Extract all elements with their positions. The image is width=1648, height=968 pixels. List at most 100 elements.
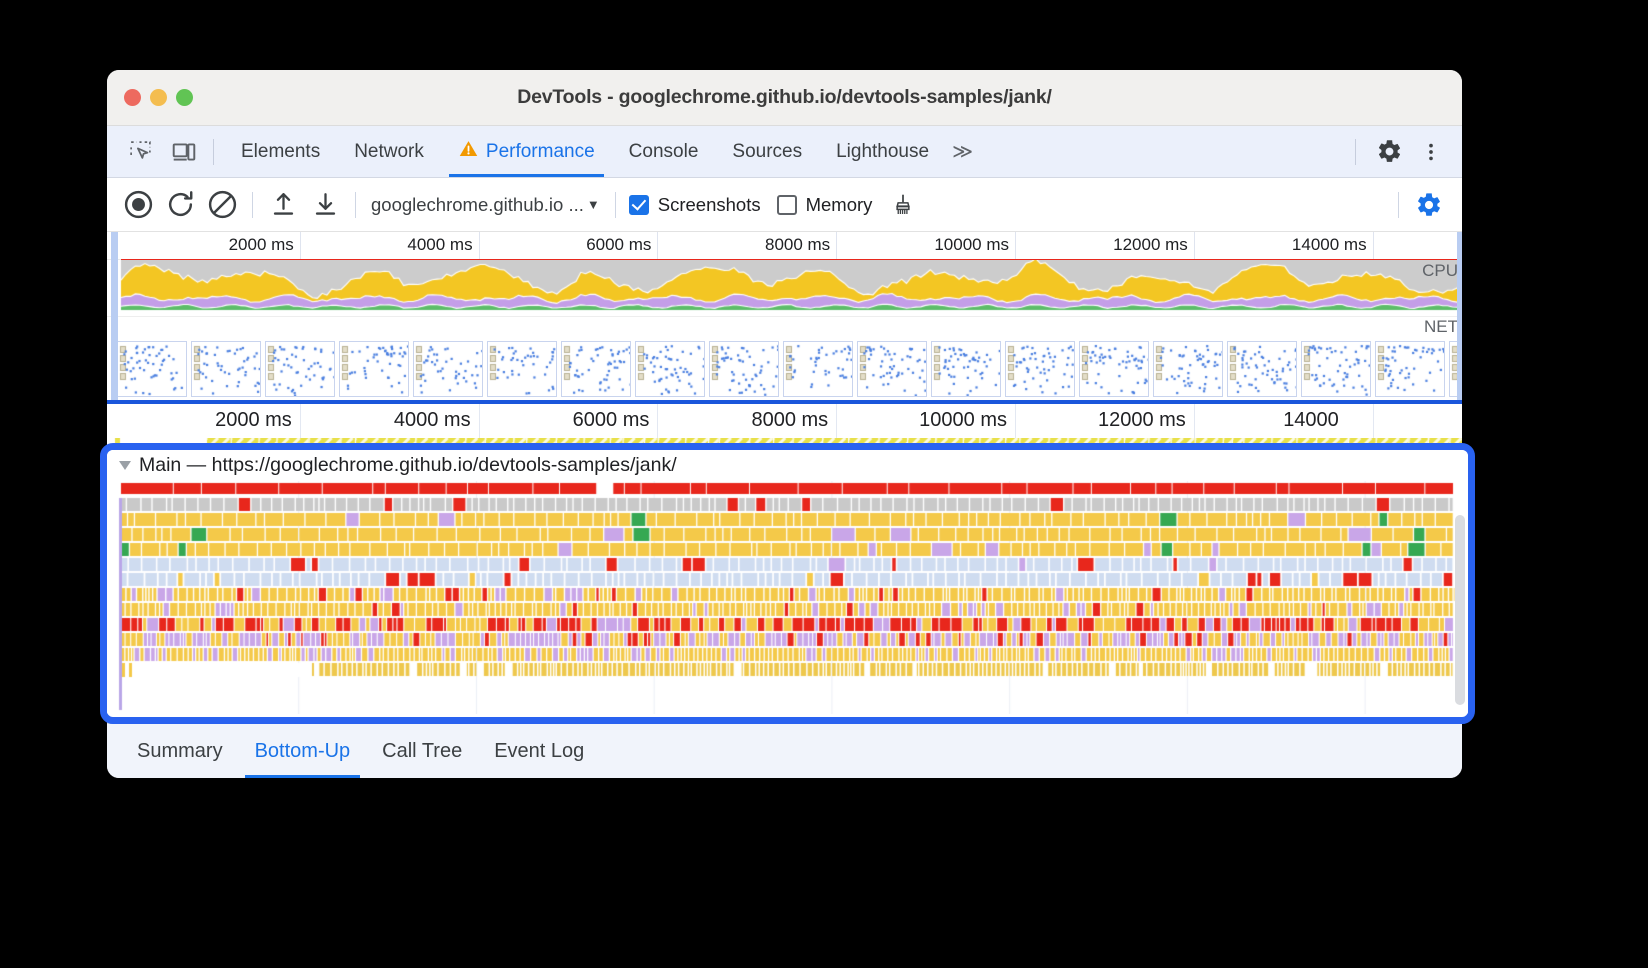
tab-performance[interactable]: Performance xyxy=(441,126,612,177)
reload-and-record-button[interactable] xyxy=(159,184,201,226)
ruler-tick-label: 4000 ms xyxy=(407,235,473,254)
collapse-arrow-icon[interactable] xyxy=(119,461,131,470)
tab-network-label: Network xyxy=(354,140,424,162)
filmstrip-thumbnail[interactable] xyxy=(191,341,261,397)
screenshot-filmstrip[interactable] xyxy=(107,338,1462,400)
tab-call-tree-label: Call Tree xyxy=(382,739,463,762)
filmstrip-thumbnail[interactable] xyxy=(1301,341,1371,397)
ruler-tick-label: 8000 ms xyxy=(764,235,831,254)
chart-ruler-tick-label: 2000 ms xyxy=(215,409,292,431)
tabbar-divider xyxy=(213,138,214,165)
chart-ruler-tick xyxy=(299,404,301,438)
filmstrip-thumbnail[interactable] xyxy=(857,341,927,397)
ruler-tick xyxy=(299,232,301,262)
filmstrip-thumbnail[interactable] xyxy=(339,341,409,397)
filmstrip-thumbnail[interactable] xyxy=(1005,341,1075,397)
overview-net-graph: NET xyxy=(107,316,1462,338)
tab-summary-label: Summary xyxy=(137,739,223,762)
save-profile-icon[interactable] xyxy=(304,184,346,226)
tab-network[interactable]: Network xyxy=(337,126,441,177)
load-profile-icon[interactable] xyxy=(262,184,304,226)
window-title: DevTools - googlechrome.github.io/devtoo… xyxy=(517,86,1052,108)
tab-sources-label: Sources xyxy=(732,140,803,162)
collect-garbage-icon[interactable] xyxy=(882,184,924,226)
overview-selection-right-handle[interactable] xyxy=(1457,232,1462,400)
tab-summary[interactable]: Summary xyxy=(121,724,239,778)
chart-ruler-tick xyxy=(836,404,838,438)
screenshots-checkbox[interactable]: Screenshots xyxy=(628,194,761,216)
tab-sources[interactable]: Sources xyxy=(715,126,819,177)
tab-console[interactable]: Console xyxy=(612,126,716,177)
more-options-icon[interactable] xyxy=(1412,133,1450,171)
main-track-label: Main — https://googlechrome.github.io/de… xyxy=(139,454,677,476)
ruler-tick-label: 2000 ms xyxy=(228,235,294,254)
filmstrip-thumbnail[interactable] xyxy=(1227,341,1297,397)
tab-event-log-label: Event Log xyxy=(494,739,585,762)
tab-console-label: Console xyxy=(628,140,699,162)
target-select[interactable]: googlechrome.github.io ... ▼ xyxy=(365,194,606,216)
tab-event-log[interactable]: Event Log xyxy=(478,724,600,778)
capture-settings-gear-icon[interactable] xyxy=(1408,184,1450,226)
screenshot-root: DevTools - googlechrome.github.io/devtoo… xyxy=(0,0,1648,968)
memory-checkbox-box[interactable] xyxy=(776,194,797,215)
device-toolbar-icon[interactable] xyxy=(165,133,203,171)
filmstrip-thumbnail[interactable] xyxy=(117,341,187,397)
main-track-header[interactable]: Main — https://googlechrome.github.io/de… xyxy=(107,450,1468,481)
ruler-tick xyxy=(836,232,838,262)
window-traffic-lights[interactable] xyxy=(124,89,193,106)
chart-ruler-tick-label: 6000 ms xyxy=(572,409,650,431)
ruler-tick-label: 12000 ms xyxy=(1113,235,1188,254)
ruler-tick xyxy=(478,232,480,262)
chart-ruler-tick xyxy=(657,404,659,438)
screenshots-checkbox-box[interactable] xyxy=(628,194,649,215)
ruler-tick xyxy=(1372,232,1374,262)
devtools-tabbar: Elements Network Performance Console Sou… xyxy=(107,126,1462,178)
overview-selection-left-handle[interactable] xyxy=(111,232,118,400)
chart-ruler-tick xyxy=(478,404,480,438)
filmstrip-thumbnail[interactable] xyxy=(1079,341,1149,397)
chart-ruler-tick xyxy=(1193,404,1195,438)
filmstrip-thumbnail[interactable] xyxy=(265,341,335,397)
target-select-label: googlechrome.github.io ... xyxy=(371,193,584,215)
filmstrip-thumbnail[interactable] xyxy=(709,341,779,397)
ruler-tick-label: 10000 ms xyxy=(934,235,1009,254)
tab-call-tree[interactable]: Call Tree xyxy=(366,724,478,778)
filmstrip-thumbnail[interactable] xyxy=(931,341,1001,397)
main-flamechart[interactable] xyxy=(107,481,1468,714)
tab-lighthouse[interactable]: Lighthouse xyxy=(819,126,946,177)
gear-icon[interactable] xyxy=(1370,133,1408,171)
filmstrip-thumbnail[interactable] xyxy=(561,341,631,397)
timeline-overview[interactable]: 2000 ms 4000 ms 6000 ms 8000 ms 10000 ms 1200… xyxy=(107,232,1462,400)
clear-button[interactable] xyxy=(201,184,243,226)
filmstrip-thumbnail[interactable] xyxy=(635,341,705,397)
warning-triangle-icon xyxy=(458,138,479,165)
ruler-tick xyxy=(1193,232,1195,262)
filmstrip-thumbnail[interactable] xyxy=(413,341,483,397)
tab-bottom-up[interactable]: Bottom-Up xyxy=(239,724,367,778)
more-tabs-icon[interactable]: ≫ xyxy=(946,139,979,164)
toolbar-right xyxy=(1389,184,1462,226)
main-thread-flamechart-highlight[interactable]: Main — https://googlechrome.github.io/de… xyxy=(100,443,1475,724)
flamechart-scrollbar[interactable] xyxy=(1455,515,1465,705)
close-window-button[interactable] xyxy=(124,89,141,106)
filmstrip-thumbnail[interactable] xyxy=(783,341,853,397)
zoom-window-button[interactable] xyxy=(176,89,193,106)
flamechart-ruler: 2000 ms 4000 ms 6000 ms 8000 ms 10000 ms 1200… xyxy=(107,404,1462,454)
tab-bottom-up-label: Bottom-Up xyxy=(254,739,351,762)
memory-checkbox[interactable]: Memory xyxy=(776,194,872,216)
chart-ruler-tick xyxy=(1372,404,1374,438)
toolbar-divider-4 xyxy=(1398,191,1399,218)
minimize-window-button[interactable] xyxy=(150,89,167,106)
record-button[interactable] xyxy=(117,184,159,226)
devtools-panel-tabs: Elements Network Performance Console Sou… xyxy=(224,126,979,177)
inspect-element-icon[interactable] xyxy=(121,133,159,171)
tabbar-right-actions xyxy=(1345,133,1462,171)
performance-toolbar: googlechrome.github.io ... ▼ Screenshots… xyxy=(107,178,1462,232)
filmstrip-thumbnail[interactable] xyxy=(1153,341,1223,397)
filmstrip-thumbnail[interactable] xyxy=(487,341,557,397)
net-label: NET xyxy=(1424,317,1458,336)
tab-elements[interactable]: Elements xyxy=(224,126,337,177)
overview-cpu-graph: CPU xyxy=(107,260,1462,316)
filmstrip-thumbnail[interactable] xyxy=(1375,341,1445,397)
tab-performance-label: Performance xyxy=(485,140,595,162)
